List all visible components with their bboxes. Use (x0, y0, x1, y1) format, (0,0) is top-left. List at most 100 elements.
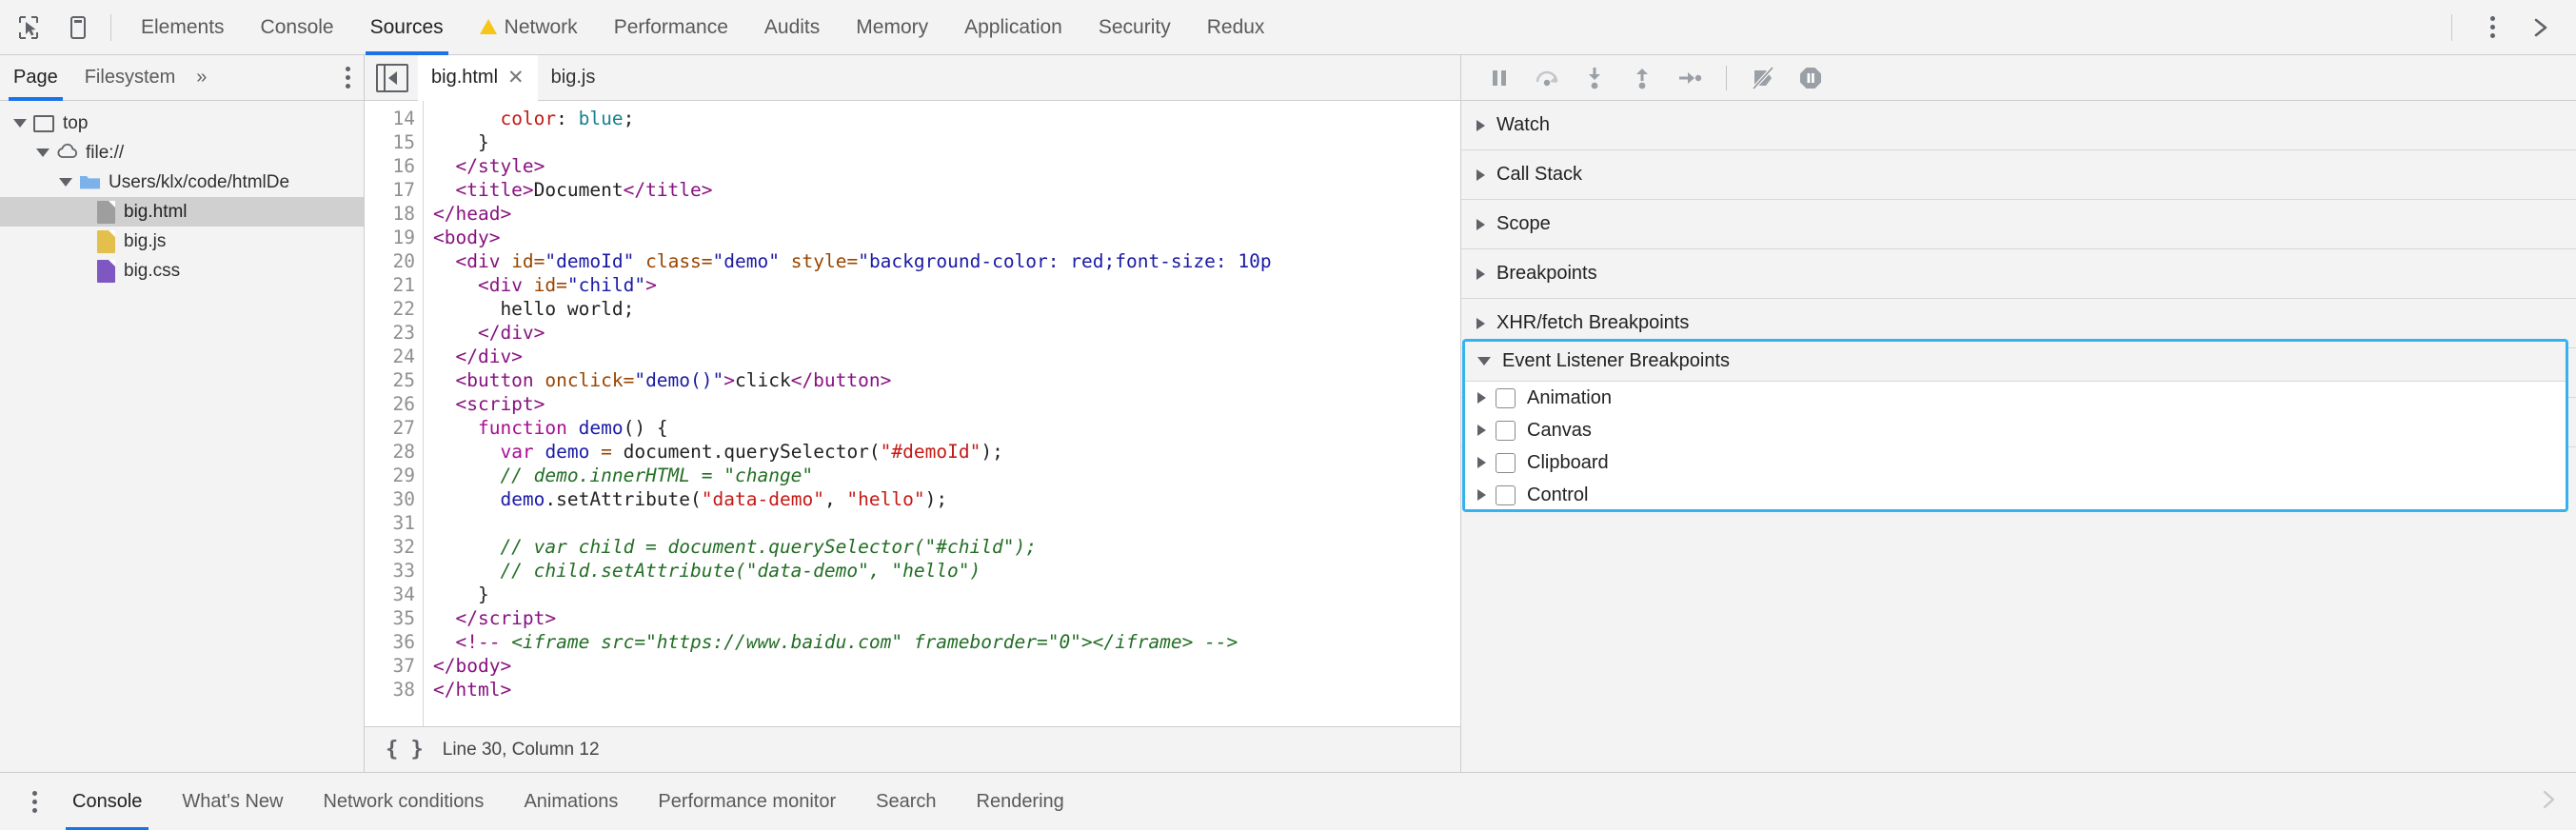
line-number[interactable]: 30 (365, 487, 415, 511)
code-line[interactable]: demo.setAttribute("data-demo", "hello"); (433, 487, 1460, 511)
line-number[interactable]: 37 (365, 654, 415, 678)
navigator-tab-page[interactable]: Page (0, 55, 71, 101)
checkbox[interactable] (1496, 420, 1516, 441)
event-listener-row-control[interactable]: Control (1465, 479, 2566, 509)
code-line[interactable]: <body> (433, 226, 1460, 249)
step-over-next-function-call-button[interactable] (1526, 59, 1568, 97)
chevron-right-icon[interactable] (1477, 489, 1486, 501)
navigator-more-icon[interactable] (346, 67, 350, 89)
tab-performance[interactable]: Performance (596, 0, 746, 55)
code-line[interactable]: </body> (433, 654, 1460, 678)
event-listener-row-animation[interactable]: Animation (1465, 382, 2566, 414)
code-line[interactable]: <!-- <iframe src="https://www.baidu.com"… (433, 630, 1460, 654)
code-line[interactable]: </style> (433, 154, 1460, 178)
event-listener-row-canvas[interactable]: Canvas (1465, 414, 2566, 446)
drawer-tab-what-s-new[interactable]: What's New (162, 773, 303, 830)
pretty-print-braces-icon[interactable]: { } (386, 738, 424, 761)
chevron-down-icon[interactable] (13, 119, 27, 128)
close-devtools-icon[interactable] (2521, 7, 2563, 49)
tree-item-users-klx-code-htmlde[interactable]: Users/klx/code/htmlDe (0, 168, 364, 197)
code-line[interactable]: </html> (433, 678, 1460, 702)
code-line[interactable] (433, 511, 1460, 535)
checkbox[interactable] (1496, 452, 1516, 473)
step-button[interactable] (1669, 59, 1711, 97)
step-out-of-current-function-button[interactable] (1621, 59, 1663, 97)
line-number[interactable]: 19 (365, 226, 415, 249)
chevron-right-icon[interactable] (1477, 457, 1486, 468)
chevron-right-icon[interactable] (1477, 392, 1486, 404)
tab-security[interactable]: Security (1080, 0, 1189, 55)
line-number[interactable]: 26 (365, 392, 415, 416)
line-number[interactable]: 35 (365, 606, 415, 630)
event-listener-row-clipboard[interactable]: Clipboard (1465, 446, 2566, 479)
line-number[interactable]: 32 (365, 535, 415, 559)
line-number[interactable]: 28 (365, 440, 415, 464)
drawer-tab-search[interactable]: Search (856, 773, 956, 830)
line-number[interactable]: 31 (365, 511, 415, 535)
editor-tab-big-js[interactable]: big.js (538, 55, 609, 101)
device-toggle-icon[interactable] (57, 7, 99, 49)
code-line[interactable]: // demo.innerHTML = "change" (433, 464, 1460, 487)
code-line[interactable]: color: blue; (433, 107, 1460, 130)
line-number[interactable]: 17 (365, 178, 415, 202)
line-number[interactable]: 33 (365, 559, 415, 583)
debugger-pane-scope[interactable]: Scope (1461, 200, 2576, 249)
line-number[interactable]: 15 (365, 130, 415, 154)
line-number[interactable]: 29 (365, 464, 415, 487)
line-number[interactable]: 25 (365, 368, 415, 392)
close-icon[interactable]: ✕ (507, 66, 525, 89)
line-number[interactable]: 16 (365, 154, 415, 178)
code-line[interactable]: hello world; (433, 297, 1460, 321)
debugger-pane-breakpoints[interactable]: Breakpoints (1461, 249, 2576, 299)
tab-redux[interactable]: Redux (1189, 0, 1283, 55)
tab-network[interactable]: Network (462, 0, 596, 55)
drawer-tab-performance-monitor[interactable]: Performance monitor (638, 773, 856, 830)
inspect-cursor-icon[interactable] (8, 7, 50, 49)
code-line[interactable]: function demo() { (433, 416, 1460, 440)
debugger-pane-watch[interactable]: Watch (1461, 101, 2576, 150)
tab-elements[interactable]: Elements (123, 0, 243, 55)
line-number[interactable]: 36 (365, 630, 415, 654)
code-editor[interactable]: 14 15 16 17 18 19 20 21 22 23 24 25 26 27 28 29 30 31 32 33… (365, 101, 1460, 726)
line-number[interactable]: 18 (365, 202, 415, 226)
code-line[interactable]: <script> (433, 392, 1460, 416)
tree-item-top[interactable]: top (0, 109, 364, 138)
deactivate-breakpoints-button[interactable] (1742, 59, 1784, 97)
drawer-more-icon[interactable] (32, 790, 37, 813)
checkbox[interactable] (1496, 484, 1516, 505)
drawer-tab-network-conditions[interactable]: Network conditions (303, 773, 504, 830)
step-into-next-function-call-button[interactable] (1574, 59, 1615, 97)
line-number[interactable]: 22 (365, 297, 415, 321)
code-line[interactable]: <div id="demoId" class="demo" style="bac… (433, 249, 1460, 273)
code-content[interactable]: color: blue; } </style> <title>Document<… (424, 101, 1460, 726)
resume-script-execution-button[interactable] (1478, 59, 1520, 97)
code-line[interactable]: <button onclick="demo()">click</button> (433, 368, 1460, 392)
drawer-tab-animations[interactable]: Animations (504, 773, 638, 830)
line-number[interactable]: 38 (365, 678, 415, 702)
line-number[interactable]: 21 (365, 273, 415, 297)
line-number[interactable]: 20 (365, 249, 415, 273)
debugger-pane-call-stack[interactable]: Call Stack (1461, 150, 2576, 200)
code-line[interactable]: // child.setAttribute("data-demo", "hell… (433, 559, 1460, 583)
checkbox[interactable] (1496, 387, 1516, 408)
kebab-menu-icon[interactable] (2471, 7, 2513, 49)
editor-tab-big-html[interactable]: big.html ✕ (418, 54, 538, 101)
tab-console[interactable]: Console (243, 0, 352, 55)
code-line[interactable]: </div> (433, 345, 1460, 368)
event-listener-row-dom-mutation[interactable]: DOM Mutation (1465, 511, 2566, 512)
code-line[interactable]: var demo = document.querySelector("#demo… (433, 440, 1460, 464)
event-listener-breakpoints-header[interactable]: Event Listener Breakpoints (1465, 342, 2566, 382)
line-number[interactable]: 14 (365, 107, 415, 130)
tab-memory[interactable]: Memory (838, 0, 946, 55)
code-line[interactable]: } (433, 130, 1460, 154)
line-number[interactable]: 23 (365, 321, 415, 345)
chevron-right-icon[interactable] (1477, 425, 1486, 436)
line-number[interactable]: 24 (365, 345, 415, 368)
pause-on-exceptions-button[interactable] (1790, 59, 1832, 97)
code-line[interactable]: </div> (433, 321, 1460, 345)
tab-audits[interactable]: Audits (746, 0, 838, 55)
code-line[interactable]: // var child = document.querySelector("#… (433, 535, 1460, 559)
code-line[interactable]: </script> (433, 606, 1460, 630)
line-number[interactable]: 27 (365, 416, 415, 440)
close-drawer-icon[interactable] (2538, 789, 2559, 815)
